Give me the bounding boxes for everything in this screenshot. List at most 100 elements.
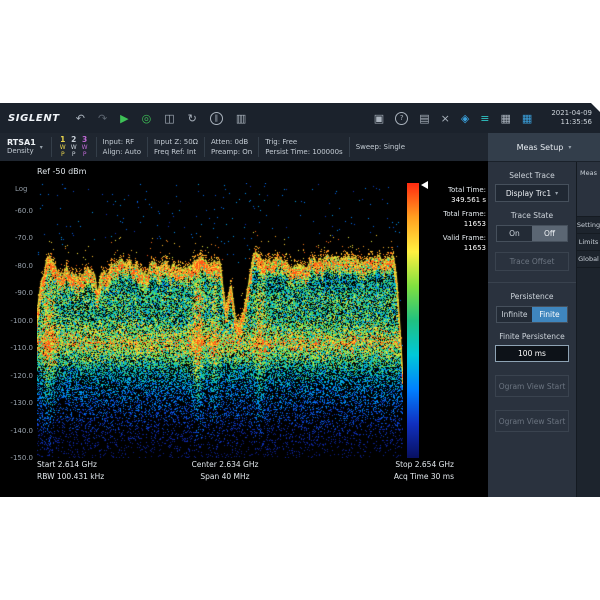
select-trace-label: Select Trace xyxy=(509,171,555,180)
input-label: Input: RF xyxy=(102,138,135,146)
file-icon[interactable]: ▤ xyxy=(419,113,429,124)
meas-setup-panel: Select Trace Display Trc1 ▾ Trace State … xyxy=(488,162,576,497)
trace-state-label: Trace State xyxy=(510,211,554,220)
freq-start-block: Start 2.614 GHz RBW 100.431 kHz xyxy=(37,459,104,483)
trace-offset-button-disabled: Trace Offset xyxy=(495,252,569,271)
time-text: 11:35:56 xyxy=(560,118,592,126)
submode-label: Density xyxy=(7,147,34,155)
trace-3-indicator[interactable]: 3 W P xyxy=(81,135,88,159)
spectrum-display: Ref -50 dBm Log -60.0 -70.0 -80.0 -90.0 -100… xyxy=(0,161,488,497)
trace-indicators[interactable]: 1 W P 2 W P 3 W P xyxy=(58,135,90,159)
menu-tab-strip: Meas Setting Limits Global xyxy=(576,162,600,497)
touch-icon[interactable]: ◈ xyxy=(461,113,469,124)
trace-2-indicator[interactable]: 2 W P xyxy=(70,135,77,159)
tab-limits[interactable]: Limits xyxy=(577,234,600,251)
input-status-field: Input: RF Align: Auto xyxy=(103,137,141,157)
stop-freq-label: Stop 2.654 GHz xyxy=(395,460,454,469)
help-icon[interactable]: ? xyxy=(395,111,409,125)
toolbar-right-group: ▣ ? ▤ × ◈ ≡ ▦ ▦ 2021-04-09 11:35:56 xyxy=(374,109,592,127)
toolbar-left-group: ↶ ↷ ▶ ◎ ◫ ↻ ‖ ▥ xyxy=(76,111,246,125)
preamp-label: Preamp: On xyxy=(211,148,253,156)
trace-select-dropdown[interactable]: Display Trc1 ▾ xyxy=(495,184,569,202)
trace-state-toggle: On Off xyxy=(496,225,568,242)
finite-persistence-input[interactable]: 100 ms xyxy=(495,345,569,362)
center-freq-label: Center 2.634 GHz xyxy=(191,460,259,469)
span-label: Span 40 MHz xyxy=(200,472,250,481)
redo-icon[interactable]: ↷ xyxy=(98,113,107,124)
tools-icon[interactable]: × xyxy=(441,113,450,124)
persistence-label: Persistence xyxy=(510,292,554,301)
persistence-toggle: Infinite Finite xyxy=(496,306,568,323)
y-axis-tick: -150.0 xyxy=(10,454,33,462)
trace-state-off-button[interactable]: Off xyxy=(532,226,567,241)
total-frame-label: Total Frame: xyxy=(443,210,486,218)
trace-detector: P xyxy=(82,151,87,158)
run-icon[interactable]: ▶ xyxy=(120,113,128,124)
undo-icon[interactable]: ↶ xyxy=(76,113,85,124)
trace-state-on-button[interactable]: On xyxy=(497,226,532,241)
keyboard-icon[interactable]: ▦ xyxy=(501,113,511,124)
ogram-view-start-button2-disabled: Ogram View Start xyxy=(495,410,569,432)
divider xyxy=(488,282,576,283)
divider xyxy=(147,137,149,157)
y-axis-tick: -70.0 xyxy=(14,234,33,242)
persistence-finite-button[interactable]: Finite xyxy=(532,307,567,322)
top-toolbar: SIGLENT ↶ ↷ ▶ ◎ ◫ ↻ ‖ ▥ ▣ ? ▤ × ◈ ≡ ▦ ▦ … xyxy=(0,103,600,133)
display-icon[interactable]: ▥ xyxy=(236,113,246,124)
ref-level-label: Ref -50 dBm xyxy=(37,167,87,176)
impedance-status-field: Input Z: 50Ω Freq Ref: Int xyxy=(154,137,198,157)
freq-ref-label: Freq Ref: Int xyxy=(154,148,197,156)
persistence-infinite-button[interactable]: Infinite xyxy=(497,307,532,322)
menu-title-bar[interactable]: Meas Setup ▾ xyxy=(488,133,600,162)
trace-mode: W xyxy=(70,144,77,151)
density-plot-canvas[interactable] xyxy=(37,183,403,458)
divider xyxy=(348,137,350,157)
tab-setting[interactable]: Setting xyxy=(577,217,600,234)
datetime: 2021-04-09 11:35:56 xyxy=(551,109,592,127)
density-colorbar xyxy=(407,183,419,458)
trace-select-value: Display Trc1 xyxy=(505,188,552,198)
acq-time-label: Acq Time 30 ms xyxy=(393,472,454,481)
frame-info-panel: Total Time: 349.561 s Total Frame: 11653… xyxy=(420,185,486,257)
y-axis-tick: -100.0 xyxy=(10,316,33,325)
y-axis-tick: -60.0 xyxy=(14,206,33,215)
trace-number: 1 xyxy=(60,135,66,144)
trig-label: Trig: Free xyxy=(265,138,298,146)
refresh-icon[interactable]: ↻ xyxy=(188,113,197,124)
camera-icon[interactable]: ▣ xyxy=(374,113,384,124)
total-frame-value: 11653 xyxy=(463,220,486,228)
tab-global[interactable]: Global xyxy=(577,251,600,268)
menu-title: Meas Setup xyxy=(516,142,564,152)
total-time-label: Total Time: xyxy=(447,186,486,194)
list-icon[interactable]: ≡ xyxy=(480,113,489,124)
trace-number: 2 xyxy=(71,135,77,144)
mode-selector[interactable]: RTSA1 Density ▾ xyxy=(5,138,45,156)
divider xyxy=(50,137,52,157)
freq-center-block: Center 2.634 GHz Span 40 MHz xyxy=(150,459,300,483)
date-text: 2021-04-09 xyxy=(551,109,592,117)
trigger-status-field: Trig: Free Persist Time: 100000s xyxy=(265,137,342,157)
scale-type-label: Log xyxy=(15,185,28,193)
finite-persistence-label: Finite Persistence xyxy=(499,332,565,341)
siglent-logo: SIGLENT xyxy=(8,112,60,124)
analyzer-screen: SIGLENT ↶ ↷ ▶ ◎ ◫ ↻ ‖ ▥ ▣ ? ▤ × ◈ ≡ ▦ ▦ … xyxy=(0,103,600,497)
start-freq-label: Start 2.614 GHz xyxy=(37,460,97,469)
trace-number: 3 xyxy=(82,135,88,144)
save-icon[interactable]: ◫ xyxy=(164,113,174,124)
trace-1-indicator[interactable]: 1 W P xyxy=(59,135,66,159)
trace-detector: P xyxy=(71,151,76,158)
status-bar: RTSA1 Density ▾ 1 W P 2 W P 3 W P Input:… xyxy=(0,133,488,161)
y-axis-tick: -110.0 xyxy=(10,344,33,352)
trace-mode: W xyxy=(59,144,66,151)
y-axis-tick: -130.0 xyxy=(10,399,33,407)
atten-label: Atten: 0dB xyxy=(211,138,249,146)
input-z-label: Input Z: 50Ω xyxy=(154,138,199,146)
trace-detector: P xyxy=(60,151,65,158)
trace-mode: W xyxy=(81,144,88,151)
tab-meas[interactable]: Meas xyxy=(577,162,600,217)
tab-strip-filler xyxy=(577,268,600,497)
y-axis-tick: -80.0 xyxy=(14,261,33,270)
chevron-down-icon: ▾ xyxy=(39,143,43,151)
pause-icon[interactable]: ‖ xyxy=(209,111,223,125)
network-icon[interactable]: ◎ xyxy=(142,113,152,124)
